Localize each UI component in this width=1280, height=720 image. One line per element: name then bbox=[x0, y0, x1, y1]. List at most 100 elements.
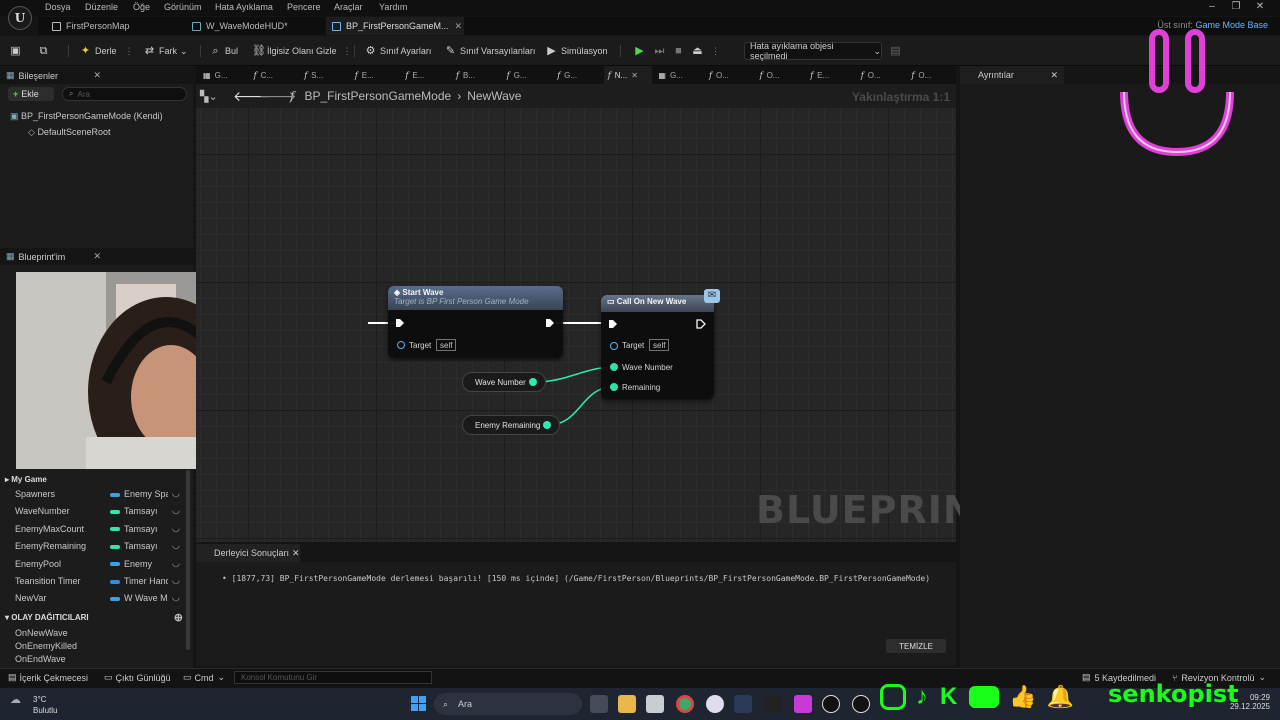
graph-tab[interactable]: ▦ G... bbox=[654, 66, 703, 84]
menu-file[interactable]: Dosya bbox=[45, 2, 71, 12]
more-options-icon[interactable]: ⋮ bbox=[343, 46, 352, 57]
visibility-eye-icon[interactable]: ◡ bbox=[172, 592, 180, 603]
target-pin[interactable] bbox=[610, 342, 618, 350]
graph-canvas[interactable]: ◈ Start Wave Target is BP First Person G… bbox=[196, 108, 956, 542]
variable-type[interactable]: Enemy Spawner bbox=[110, 489, 168, 499]
simulation-button[interactable]: ▶ Simülasyon bbox=[546, 43, 607, 59]
wave-number-pin[interactable] bbox=[610, 363, 618, 371]
store-icon[interactable] bbox=[646, 695, 664, 713]
graph-tab[interactable]: f G... bbox=[553, 66, 602, 84]
task-view-icon[interactable] bbox=[590, 695, 608, 713]
target-pin[interactable] bbox=[397, 341, 405, 349]
app-icon[interactable] bbox=[706, 695, 724, 713]
close-tab-icon[interactable]: ✕ bbox=[631, 71, 638, 80]
clear-button[interactable]: TEMİZLE bbox=[886, 639, 946, 653]
browse-button[interactable]: ⧉ bbox=[38, 43, 53, 59]
enemy-remaining-out-pin[interactable] bbox=[543, 421, 551, 429]
taskbar-search-input[interactable]: ⌕ Ara bbox=[434, 693, 582, 715]
variable-row[interactable]: EnemyRemaining Tamsayı ◡ bbox=[0, 538, 186, 555]
close-panel-icon[interactable]: ✕ bbox=[1050, 70, 1058, 81]
menu-window[interactable]: Pencere bbox=[287, 2, 321, 12]
node-call-on-new-wave[interactable]: ▭ Call On New Wave Target self Wave Numb… bbox=[601, 295, 714, 399]
close-tab-icon[interactable]: ✕ bbox=[455, 21, 463, 32]
exec-out-pin[interactable] bbox=[545, 318, 555, 328]
graph-tab[interactable]: f B... bbox=[452, 66, 501, 84]
menu-edit[interactable]: Düzenle bbox=[85, 2, 118, 12]
debug-filter-button[interactable]: ▤ bbox=[890, 43, 905, 59]
cmd-select[interactable]: ▭ Cmd ⌄ bbox=[183, 672, 225, 683]
unreal-logo-icon[interactable]: U bbox=[8, 6, 32, 30]
graph-tab[interactable]: f S... bbox=[300, 66, 349, 84]
stop-button[interactable]: ■ bbox=[673, 43, 688, 59]
exec-out-pin[interactable] bbox=[696, 319, 706, 329]
console-command-input[interactable]: Konsol Komutunu Gir bbox=[234, 671, 432, 684]
menu-asset[interactable]: Öğe bbox=[133, 2, 150, 12]
components-search-input[interactable]: ⌕ Ara bbox=[62, 87, 187, 101]
exec-in-pin[interactable] bbox=[608, 319, 618, 329]
clock[interactable]: 09:29 29.12.2025 bbox=[1226, 693, 1270, 711]
menu-debug[interactable]: Hata Ayıklama bbox=[215, 2, 273, 12]
app-icon[interactable] bbox=[794, 695, 812, 713]
component-item-default-scene-root[interactable]: ◇ DefaultSceneRoot bbox=[28, 127, 110, 138]
graph-tab[interactable]: f O... bbox=[857, 66, 906, 84]
close-tab-icon[interactable]: ✕ bbox=[292, 548, 300, 559]
hide-unrelated-button[interactable]: ⛓ İlgisiz Olanı Gizle ⋮ bbox=[252, 43, 352, 59]
tab-first-person-map[interactable]: FirstPersonMap bbox=[46, 17, 186, 35]
diff-button[interactable]: ⇄ Fark ⌄ bbox=[144, 43, 188, 59]
play-button[interactable]: ▶ bbox=[634, 43, 649, 59]
graph-tab[interactable]: f E... bbox=[401, 66, 450, 84]
add-dispatcher-icon[interactable]: ⊕ bbox=[174, 611, 183, 624]
section-header-event-dispatchers[interactable]: ▾ OLAY DAĞITICILARI ⊕ bbox=[5, 611, 183, 624]
graph-options-icon[interactable]: ▚⌄ bbox=[200, 90, 218, 103]
variable-row[interactable]: WaveNumber Tamsayı ◡ bbox=[0, 503, 186, 520]
minimize-icon[interactable]: – bbox=[1200, 1, 1224, 12]
visibility-eye-icon[interactable]: ◡ bbox=[172, 558, 180, 569]
section-header-my-game[interactable]: ▸ My Game bbox=[5, 475, 47, 484]
save-button[interactable]: ▣ bbox=[10, 43, 25, 59]
graph-tab[interactable]: f E... bbox=[351, 66, 400, 84]
visibility-eye-icon[interactable]: ◡ bbox=[172, 575, 180, 586]
visibility-eye-icon[interactable]: ◡ bbox=[172, 488, 180, 499]
variable-type[interactable]: Tamsayı bbox=[110, 541, 168, 551]
weather-widget[interactable]: 3°C Bulutlu bbox=[33, 694, 57, 716]
dispatcher-item[interactable]: OnEnemyKilled bbox=[15, 641, 77, 651]
variable-row[interactable]: Spawners Enemy Spawner ◡ bbox=[0, 486, 186, 503]
debug-object-select[interactable]: Hata ayıklama objesi seçilmedi ⌄ bbox=[744, 41, 882, 61]
add-component-button[interactable]: + Ekle bbox=[8, 87, 54, 101]
variable-row[interactable]: NewVar W Wave Mode HUD ◡ bbox=[0, 590, 186, 607]
graph-tab[interactable]: f G... bbox=[503, 66, 552, 84]
graph-tab[interactable]: ▦ G... bbox=[199, 66, 248, 84]
tab-wave-mode-hud[interactable]: W_WaveModeHUD* bbox=[186, 17, 326, 35]
graph-tab[interactable]: f N... ✕ bbox=[603, 66, 653, 84]
variable-type[interactable]: W Wave Mode HUD bbox=[110, 593, 168, 603]
exec-in-pin[interactable] bbox=[395, 318, 405, 328]
file-explorer-icon[interactable] bbox=[618, 695, 636, 713]
variable-row[interactable]: Teansition Timer Timer Handle ◡ bbox=[0, 573, 186, 590]
target-self-field[interactable]: self bbox=[649, 339, 670, 351]
close-icon[interactable]: ✕ bbox=[1248, 1, 1272, 12]
remaining-pin[interactable] bbox=[610, 383, 618, 391]
unreal-engine-icon[interactable] bbox=[852, 695, 870, 713]
breadcrumb-root[interactable]: BP_FirstPersonGameMode bbox=[304, 89, 451, 103]
chrome-icon[interactable] bbox=[676, 695, 694, 713]
graph-tab[interactable]: f C... bbox=[250, 66, 299, 84]
compile-options-icon[interactable]: ⋮ bbox=[125, 46, 134, 57]
graph-tab[interactable]: f E... bbox=[806, 66, 855, 84]
visibility-eye-icon[interactable]: ◡ bbox=[172, 505, 180, 516]
compiler-results-tab[interactable]: Derleyici Sonuçları ✕ bbox=[196, 544, 300, 562]
graph-tab[interactable]: f O... bbox=[756, 66, 805, 84]
variable-type[interactable]: Tamsayı bbox=[110, 524, 168, 534]
content-drawer-button[interactable]: ▤ İçerik Çekmecesi bbox=[8, 672, 88, 683]
dispatcher-item[interactable]: OnNewWave bbox=[15, 628, 68, 638]
wave-number-out-pin[interactable] bbox=[529, 378, 537, 386]
class-settings-button[interactable]: ⚙ Sınıf Ayarları bbox=[365, 43, 432, 59]
variable-row[interactable]: EnemyPool Enemy ◡ bbox=[0, 556, 186, 573]
visibility-eye-icon[interactable]: ◡ bbox=[172, 540, 180, 551]
variable-type[interactable]: Tamsayı bbox=[110, 506, 168, 516]
close-panel-icon[interactable]: ✕ bbox=[93, 251, 101, 262]
variable-row[interactable]: EnemyMaxCount Tamsayı ◡ bbox=[0, 521, 186, 538]
variable-type[interactable]: Timer Handle bbox=[110, 576, 168, 586]
tab-bp-first-person-game-mode[interactable]: BP_FirstPersonGameM... ✕ bbox=[326, 17, 464, 35]
menu-tools[interactable]: Araçlar bbox=[334, 2, 363, 12]
variable-type[interactable]: Enemy bbox=[110, 559, 168, 569]
